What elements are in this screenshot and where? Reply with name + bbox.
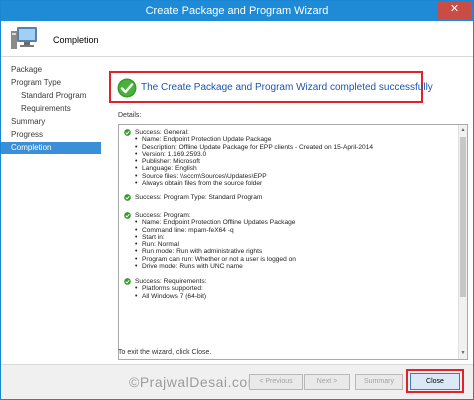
wizard-steps-sidebar: Package Program Type Standard Program Re… [1,58,101,358]
sidebar-item-progress[interactable]: Progress [1,129,101,141]
next-button[interactable]: Next > [304,374,350,390]
close-button[interactable]: Close [410,373,460,390]
wizard-header: Completion [1,21,473,57]
success-check-icon [124,278,131,285]
wizard-content: The Create Package and Program Wizard co… [101,58,473,363]
exit-instruction: To exit the wizard, click Close. [118,349,212,356]
summary-button[interactable]: Summary [355,374,403,390]
details-label: Details: [118,112,142,119]
scroll-down-arrow-icon[interactable]: ▼ [459,349,467,358]
sidebar-item-completion[interactable]: Completion [1,142,101,154]
success-check-icon [124,212,131,219]
previous-button[interactable]: < Previous [249,374,303,390]
computer-icon [11,27,37,49]
sidebar-item-requirements[interactable]: Requirements [1,103,101,115]
window-close-button[interactable]: ✕ [438,1,471,19]
success-check-icon [124,129,131,136]
wizard-window: Create Package and Program Wizard ✕ Comp… [0,0,474,400]
title-bar: Create Package and Program Wizard ✕ [1,1,473,21]
sidebar-item-package[interactable]: Package [1,64,101,76]
sidebar-item-summary[interactable]: Summary [1,116,101,128]
details-textbox[interactable]: Success: General: • Name: Endpoint Protec… [118,124,468,360]
sidebar-item-standard-program[interactable]: Standard Program [1,90,101,102]
success-check-icon [117,78,137,98]
success-banner: The Create Package and Program Wizard co… [109,71,433,103]
page-title: Completion [53,35,99,45]
scroll-up-arrow-icon[interactable]: ▲ [459,126,467,135]
success-check-icon [124,194,131,201]
scrollbar-thumb[interactable] [460,137,466,297]
watermark: ©PrajwalDesai.com [129,374,260,390]
sidebar-item-program-type[interactable]: Program Type [1,77,101,89]
success-message: The Create Package and Program Wizard co… [141,82,433,93]
details-scrollbar[interactable]: ▲ ▼ [458,125,467,359]
window-title: Create Package and Program Wizard [145,5,329,17]
